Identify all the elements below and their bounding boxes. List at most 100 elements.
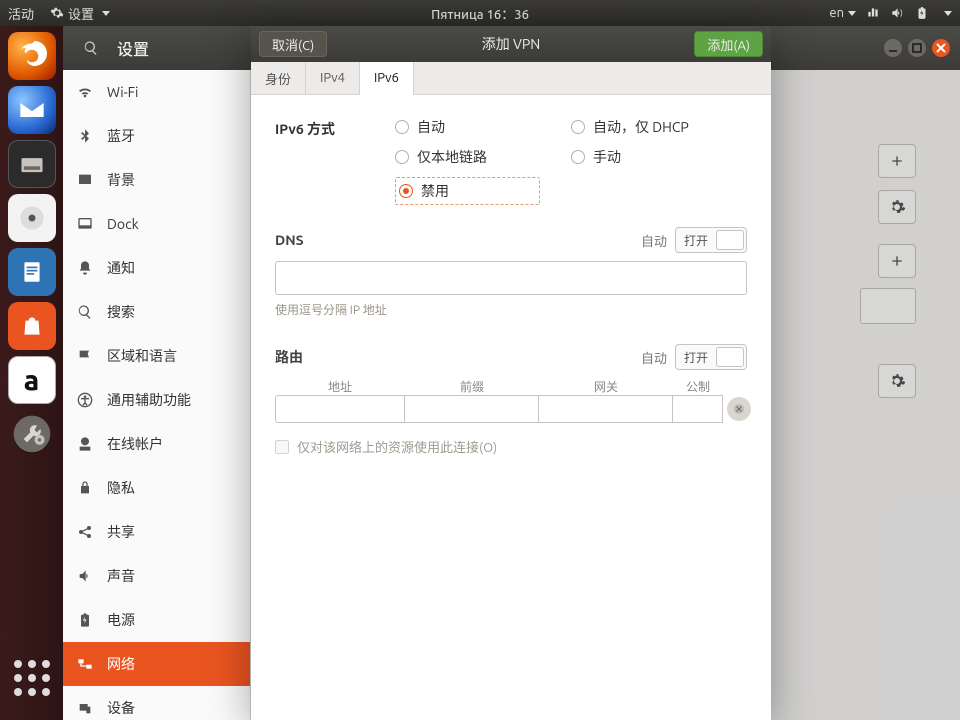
sidebar-item-privacy[interactable]: 隐私	[63, 466, 250, 510]
remove-icon	[733, 403, 745, 415]
sidebar-label: 通用辅助功能	[107, 390, 191, 410]
search-icon	[83, 40, 99, 56]
radio-label: 禁用	[421, 181, 449, 201]
route-delete-button[interactable]	[727, 397, 751, 421]
cancel-button[interactable]: 取消(C)	[259, 31, 327, 57]
writer-launcher[interactable]	[8, 248, 56, 296]
top-panel: 活动 设置 Пятница 16：36 en	[0, 0, 960, 26]
switch-knob	[716, 347, 744, 367]
minimize-button[interactable]	[884, 39, 902, 57]
route-metric-input[interactable]	[672, 395, 723, 423]
firefox-icon	[17, 41, 47, 71]
radio-label: 自动	[417, 117, 445, 137]
launcher-dock: a	[0, 26, 63, 720]
sidebar-label: 声音	[107, 566, 135, 586]
radio-label: 自动，仅 DHCP	[593, 117, 689, 137]
dialog-body: IPv6 方式 自动 自动，仅 DHCP 仅本地链路 手动 禁用 DNS 自动 …	[251, 95, 771, 720]
dialog-headerbar: 取消(C) 添加 VPN 添加(A)	[251, 26, 771, 62]
tab-identity[interactable]: 身份	[251, 62, 306, 94]
only-resources-checkbox[interactable]: 仅对该网络上的资源使用此连接(O)	[275, 437, 747, 456]
sidebar-item-wifi[interactable]: Wi-Fi	[63, 70, 250, 114]
dns-section-title: DNS	[275, 232, 304, 248]
activities-button[interactable]: 活动	[8, 4, 34, 23]
radio-label: 手动	[593, 147, 621, 167]
sidebar-item-region[interactable]: 区域和语言	[63, 334, 250, 378]
checkbox-label: 仅对该网络上的资源使用此连接(O)	[297, 437, 497, 456]
sidebar-item-sharing[interactable]: 共享	[63, 510, 250, 554]
sidebar-item-bluetooth[interactable]: 蓝牙	[63, 114, 250, 158]
search-button[interactable]	[73, 33, 109, 63]
document-icon	[19, 259, 45, 285]
firefox-launcher[interactable]	[8, 32, 56, 80]
sidebar-item-background[interactable]: 背景	[63, 158, 250, 202]
sidebar-item-devices[interactable]: 设备	[63, 686, 250, 720]
settings-title: 设置	[117, 36, 149, 60]
amazon-launcher[interactable]: a	[8, 356, 56, 404]
sidebar-item-accessibility[interactable]: 通用辅助功能	[63, 378, 250, 422]
sidebar-item-sound[interactable]: 声音	[63, 554, 250, 598]
dns-auto-switch[interactable]: 打开	[675, 227, 747, 253]
tab-ipv6[interactable]: IPv6	[360, 62, 414, 94]
sidebar-label: 隐私	[107, 478, 135, 498]
sidebar-label: 背景	[107, 170, 135, 190]
wrench-gear-icon	[12, 414, 52, 454]
dns-auto-label: 自动	[641, 231, 667, 250]
sidebar-label: 搜索	[107, 302, 135, 322]
app-menu[interactable]: 设置	[50, 4, 110, 23]
sidebar-item-power[interactable]: 电源	[63, 598, 250, 642]
caret-down-icon	[848, 11, 856, 16]
dialog-tabs: 身份 IPv4 IPv6	[251, 62, 771, 95]
route-prefix-input[interactable]	[404, 395, 539, 423]
files-launcher[interactable]	[8, 140, 56, 188]
network-icon[interactable]	[866, 6, 880, 20]
sidebar-label: 电源	[107, 610, 135, 630]
sidebar-label: 在线帐户	[107, 434, 163, 454]
radio-auto-dhcp[interactable]: 自动，仅 DHCP	[571, 117, 741, 137]
sidebar-label: 蓝牙	[107, 126, 135, 146]
add-button[interactable]: 添加(A)	[694, 31, 763, 57]
radio-auto[interactable]: 自动	[395, 117, 565, 137]
radio-manual[interactable]: 手动	[571, 147, 741, 167]
disc-icon	[18, 204, 46, 232]
routes-table: 地址 前缀 网关 公制	[275, 378, 747, 423]
sidebar-item-notifications[interactable]: 通知	[63, 246, 250, 290]
clock[interactable]: Пятница 16：36	[431, 4, 529, 23]
amazon-icon: a	[24, 365, 39, 396]
close-icon	[936, 43, 946, 53]
software-launcher[interactable]	[8, 302, 56, 350]
show-applications-button[interactable]	[8, 654, 56, 702]
settings-launcher[interactable]	[8, 410, 56, 458]
radio-link-local[interactable]: 仅本地链路	[395, 147, 565, 167]
ipv6-method-label: IPv6 方式	[275, 117, 375, 139]
volume-icon[interactable]	[890, 6, 904, 20]
rhythmbox-launcher[interactable]	[8, 194, 56, 242]
files-icon	[18, 150, 46, 178]
route-row	[275, 395, 747, 423]
sidebar-label: Wi-Fi	[107, 84, 138, 100]
language-indicator[interactable]: en	[829, 6, 856, 20]
close-button[interactable]	[932, 39, 950, 57]
sidebar-item-search[interactable]: 搜索	[63, 290, 250, 334]
switch-knob	[716, 230, 744, 250]
dns-hint: 使用逗号分隔 IP 地址	[275, 301, 747, 318]
battery-icon[interactable]	[914, 6, 930, 20]
tab-ipv4[interactable]: IPv4	[306, 62, 360, 94]
sidebar-label: Dock	[107, 216, 139, 232]
sidebar-label: 区域和语言	[107, 346, 177, 366]
routes-auto-switch[interactable]: 打开	[675, 344, 747, 370]
sidebar-item-network[interactable]: 网络	[63, 642, 250, 686]
caret-down-icon	[944, 11, 952, 16]
maximize-button[interactable]	[908, 39, 926, 57]
route-address-input[interactable]	[275, 395, 405, 423]
sidebar-item-dock[interactable]: Dock	[63, 202, 250, 246]
route-gateway-input[interactable]	[538, 395, 673, 423]
sidebar-item-accounts[interactable]: 在线帐户	[63, 422, 250, 466]
thunderbird-launcher[interactable]	[8, 86, 56, 134]
routes-auto-label: 自动	[641, 348, 667, 367]
dns-input[interactable]	[275, 261, 747, 295]
col-prefix: 前缀	[405, 378, 539, 395]
thunderbird-icon	[18, 96, 46, 124]
sidebar-label: 设备	[107, 698, 135, 718]
shopping-bag-icon	[19, 313, 45, 339]
radio-disabled[interactable]: 禁用	[399, 181, 449, 201]
